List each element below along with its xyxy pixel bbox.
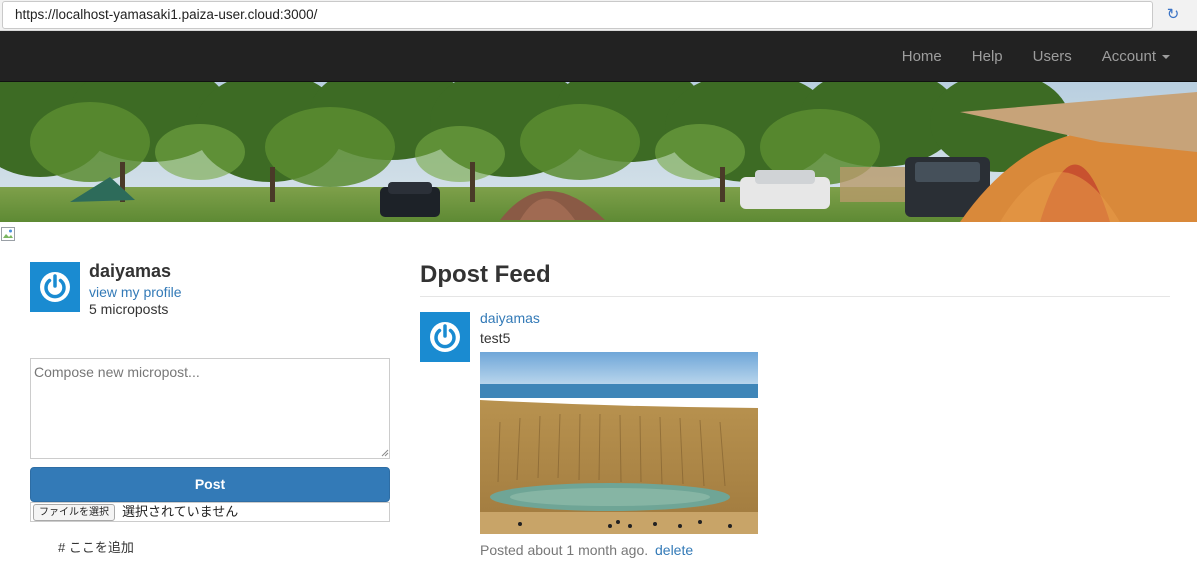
nav-account-label: Account [1101, 48, 1156, 65]
view-profile-link[interactable]: view my profile [89, 284, 182, 300]
user-avatar[interactable] [30, 262, 80, 312]
broken-image-icon [1, 227, 15, 241]
micropost-avatar[interactable] [420, 312, 470, 362]
nav-users-link[interactable]: Users [1033, 48, 1072, 65]
url-input[interactable]: https://localhost-yamasaki1.paiza-user.c… [2, 1, 1153, 29]
nav-help-link[interactable]: Help [972, 48, 1003, 65]
micropost-content: test5 [480, 330, 511, 346]
feed-divider [420, 296, 1170, 297]
micropost-count: 5 microposts [89, 301, 169, 317]
nav-menu: Home Help Users Account [872, 31, 1170, 82]
file-status-text: 選択されていません [122, 504, 239, 519]
post-button[interactable]: Post [30, 467, 390, 502]
power-icon [40, 272, 70, 302]
nav-account-dropdown[interactable]: Account [1102, 48, 1170, 65]
textarea-resize-grip-icon[interactable] [381, 449, 389, 457]
micropost-image [480, 352, 758, 534]
top-navbar: Home Help Users Account [0, 31, 1197, 82]
choose-file-button[interactable]: ファイルを選択 [33, 504, 115, 521]
micropost-timestamp: Posted about 1 month ago. [480, 542, 649, 558]
caret-down-icon [1162, 55, 1170, 60]
add-tag-text: # ここを追加 [58, 540, 134, 555]
header-banner-image [0, 82, 1197, 222]
feed-title: Dpost Feed [420, 261, 551, 288]
micropost-user-link[interactable]: daiyamas [480, 310, 540, 326]
user-name: daiyamas [89, 261, 172, 281]
micropost-compose-textarea[interactable] [30, 358, 390, 459]
power-icon [430, 322, 460, 352]
browser-address-bar: https://localhost-yamasaki1.paiza-user.c… [0, 0, 1197, 31]
nav-home-link[interactable]: Home [902, 48, 942, 65]
file-input: ファイルを選択 選択されていません [30, 502, 390, 522]
micropost-delete-link[interactable]: delete [655, 542, 693, 558]
reload-icon[interactable]: ↻ [1162, 4, 1184, 26]
